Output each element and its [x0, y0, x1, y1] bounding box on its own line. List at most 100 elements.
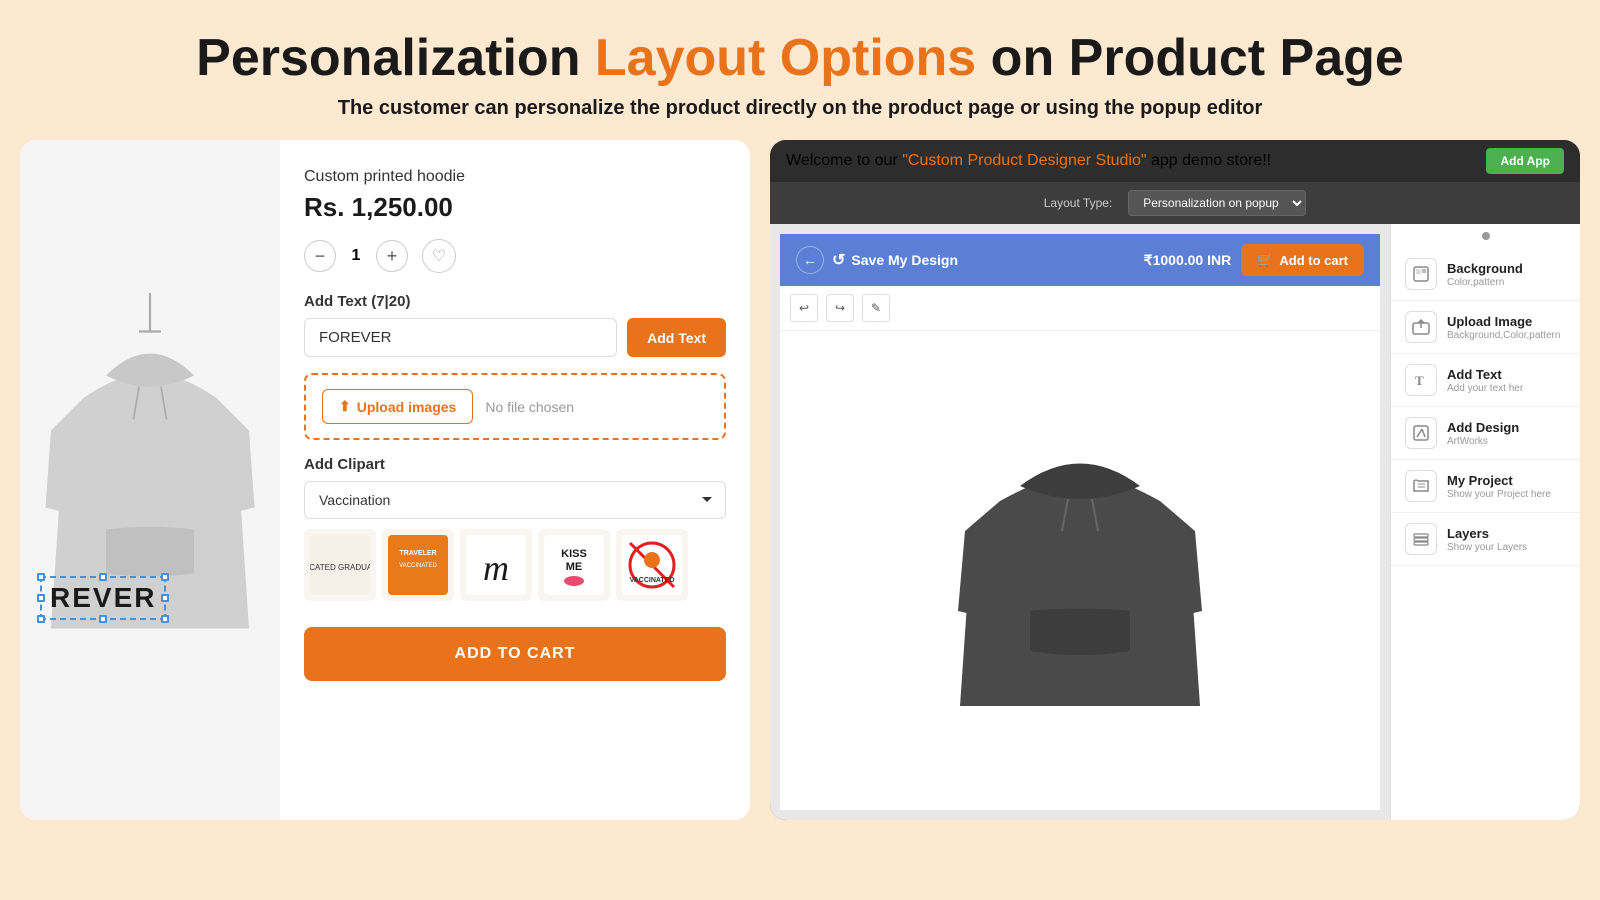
text-overlay-content: REVER — [50, 582, 156, 613]
sidebar-item-layers[interactable]: Layers Show your Layers — [1391, 513, 1580, 566]
page-subtitle: The customer can personalize the product… — [20, 97, 1580, 120]
topbar-text2: app demo store!! — [1147, 152, 1272, 169]
svg-text:VACCINATED: VACCINATED — [630, 577, 675, 584]
svg-text:T: T — [1415, 373, 1424, 388]
my-project-subtitle: Show your Project here — [1447, 489, 1551, 500]
svg-text:VACCINATED: VACCINATED — [399, 563, 437, 569]
clipart-item[interactable]: VACCINATED — [616, 529, 688, 601]
title-part2: Layout Options — [595, 29, 976, 87]
clipart-item[interactable]: EDUCATED GRADUATED — [304, 529, 376, 601]
clipart-item[interactable]: KISSME — [538, 529, 610, 601]
popup-topbar: Welcome to our "Custom Product Designer … — [770, 140, 1580, 182]
svg-text:EDUCATED GRADUATED: EDUCATED GRADUATED — [310, 563, 370, 572]
quantity-decrease-button[interactable]: − — [304, 240, 336, 272]
upload-button-label: Upload images — [357, 399, 457, 415]
dot-indicator — [1482, 232, 1490, 240]
redo-button[interactable]: ↪ — [826, 294, 854, 322]
popup-topbar-text: Welcome to our "Custom Product Designer … — [786, 152, 1271, 170]
upload-images-button[interactable]: ⬆ Upload images — [322, 389, 473, 424]
undo-button[interactable]: ↩ — [790, 294, 818, 322]
layout-type-label: Layout Type: — [1044, 196, 1113, 210]
editor-sidebar: Background Color,pattern Upload Image Ba… — [1390, 224, 1580, 820]
my-project-item-text: My Project Show your Project here — [1447, 473, 1551, 500]
clipart-item[interactable]: TRAVELER VACCINATED — [382, 529, 454, 601]
popup-editor: ← ↺ Save My Design ₹1000.00 INR 🛒 Add to… — [770, 224, 1580, 820]
upload-icon: ⬆ — [339, 398, 351, 415]
popup-add-to-cart-button[interactable]: 🛒 Add to cart — [1241, 244, 1364, 276]
content-area: REVER Custom printed hoodie Rs. 1,250.00… — [0, 140, 1600, 820]
product-panel: REVER Custom printed hoodie Rs. 1,250.00… — [20, 140, 750, 820]
background-title: Background — [1447, 261, 1523, 276]
popup-panel: Welcome to our "Custom Product Designer … — [770, 140, 1580, 820]
layers-item-text: Layers Show your Layers — [1447, 526, 1527, 553]
my-project-title: My Project — [1447, 473, 1551, 488]
upload-image-icon — [1405, 311, 1437, 343]
background-item-text: Background Color,pattern — [1447, 261, 1523, 288]
sidebar-item-my-project[interactable]: My Project Show your Project here — [1391, 460, 1580, 513]
no-file-text: No file chosen — [485, 399, 574, 415]
add-design-title: Add Design — [1447, 420, 1519, 435]
add-text-subtitle: Add your text her — [1447, 383, 1523, 394]
title-part1: Personalization — [196, 29, 595, 87]
svg-text:TRAVELER: TRAVELER — [399, 550, 436, 557]
svg-text:KISS: KISS — [561, 548, 587, 560]
topbar-highlight: "Custom Product Designer Studio" — [902, 152, 1146, 169]
topbar-text1: Welcome to our — [786, 152, 902, 169]
add-text-label: Add Text (7|20) — [304, 293, 726, 310]
sidebar-item-add-design[interactable]: Add Design ArtWorks — [1391, 407, 1580, 460]
add-to-cart-button[interactable]: ADD TO CART — [304, 627, 726, 681]
upload-image-subtitle: Background,Color,pattern — [1447, 330, 1560, 341]
page-title: Personalization Layout Options on Produc… — [20, 30, 1580, 87]
price-label: ₹1000.00 INR — [1144, 252, 1232, 269]
product-name: Custom printed hoodie — [304, 168, 726, 186]
product-image-area: REVER — [20, 140, 280, 820]
layers-title: Layers — [1447, 526, 1527, 541]
clipart-section: Add Clipart Vaccination EDUCATED GRADUAT… — [304, 456, 726, 601]
upload-section: ⬆ Upload images No file chosen — [304, 373, 726, 440]
background-icon — [1405, 258, 1437, 290]
edit-button[interactable]: ✎ — [862, 294, 890, 322]
sidebar-item-background[interactable]: Background Color,pattern — [1391, 248, 1580, 301]
quantity-row: − 1 + ♡ — [304, 239, 726, 273]
editor-header: ← ↺ Save My Design ₹1000.00 INR 🛒 Add to… — [780, 234, 1380, 286]
sidebar-item-add-text[interactable]: T Add Text Add your text her — [1391, 354, 1580, 407]
wishlist-button[interactable]: ♡ — [422, 239, 456, 273]
upload-image-title: Upload Image — [1447, 314, 1560, 329]
save-design-label: Save My Design — [851, 252, 958, 268]
editor-back-button[interactable]: ← — [796, 246, 824, 274]
add-text-icon: T — [1405, 364, 1437, 396]
cart-icon: 🛒 — [1257, 252, 1273, 268]
sidebar-dot-indicator — [1391, 224, 1580, 248]
page-header: Personalization Layout Options on Produc… — [0, 0, 1600, 140]
clipart-item[interactable]: m — [460, 529, 532, 601]
background-subtitle: Color,pattern — [1447, 277, 1523, 288]
clipart-dropdown[interactable]: Vaccination — [304, 481, 726, 519]
quantity-value: 1 — [346, 247, 366, 265]
upload-image-item-text: Upload Image Background,Color,pattern — [1447, 314, 1560, 341]
title-part3: on Product Page — [976, 29, 1404, 87]
save-icon: ↺ — [832, 250, 845, 270]
add-app-button[interactable]: Add App — [1486, 148, 1564, 174]
product-hoodie-image — [40, 270, 260, 690]
add-design-item-text: Add Design ArtWorks — [1447, 420, 1519, 447]
popup-toolbar: Layout Type: Personalization on popup — [770, 182, 1580, 224]
save-design-button[interactable]: ↺ Save My Design — [832, 250, 958, 270]
clipart-label: Add Clipart — [304, 456, 726, 473]
add-text-item-text: Add Text Add your text her — [1447, 367, 1523, 394]
product-price: Rs. 1,250.00 — [304, 192, 726, 223]
sidebar-item-upload-image[interactable]: Upload Image Background,Color,pattern — [1391, 301, 1580, 354]
quantity-increase-button[interactable]: + — [376, 240, 408, 272]
text-overlay: REVER — [40, 576, 166, 620]
svg-text:m: m — [483, 548, 509, 588]
add-text-button[interactable]: Add Text — [627, 318, 726, 357]
canvas-display — [780, 331, 1380, 810]
editor-tools-row: ↩ ↪ ✎ — [780, 286, 1380, 331]
layout-type-select[interactable]: Personalization on popup — [1128, 190, 1306, 216]
editor-canvas-area: ← ↺ Save My Design ₹1000.00 INR 🛒 Add to… — [770, 224, 1390, 820]
clipart-grid: EDUCATED GRADUATED TRAVELERVACCINATED m … — [304, 529, 726, 601]
layers-subtitle: Show your Layers — [1447, 542, 1527, 553]
add-design-icon — [1405, 417, 1437, 449]
my-project-icon — [1405, 470, 1437, 502]
text-input[interactable] — [304, 318, 617, 357]
product-details: Custom printed hoodie Rs. 1,250.00 − 1 +… — [280, 140, 750, 820]
